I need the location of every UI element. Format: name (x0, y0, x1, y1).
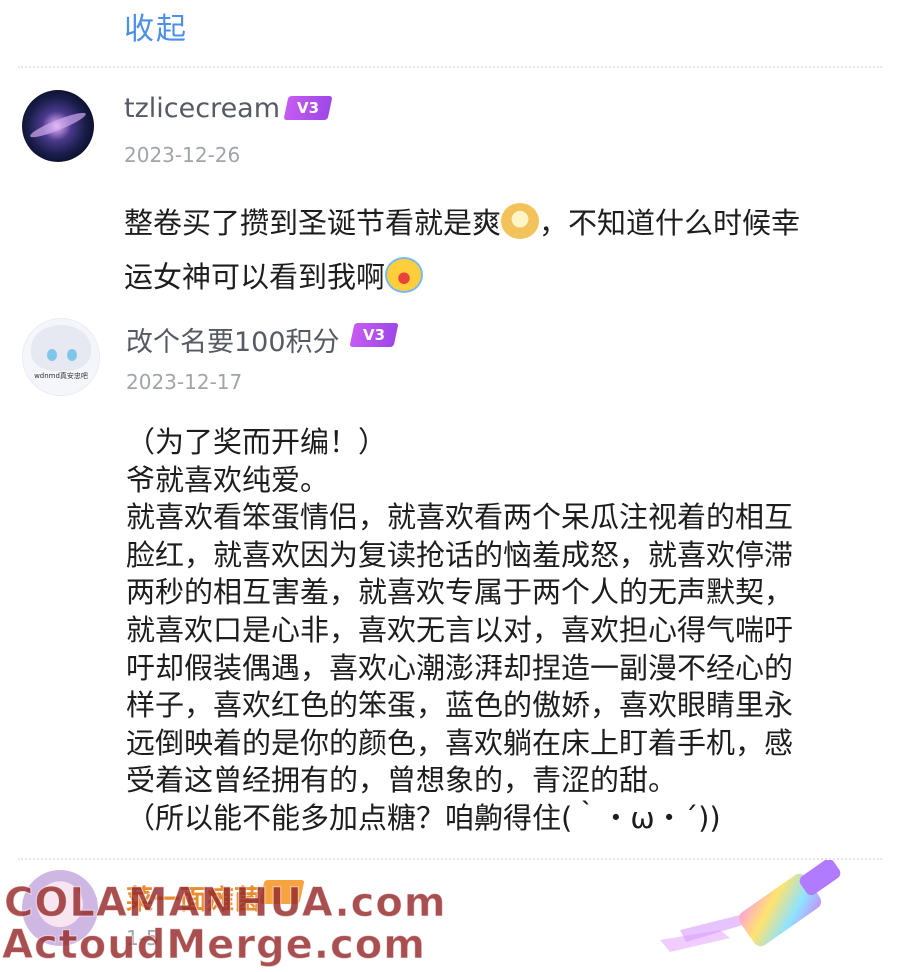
watermark: ActoudMerge.com (2, 922, 426, 969)
comment-line: 爷就喜欢纯爱。 (126, 462, 330, 497)
comment-line: 就喜欢看笨蛋情侣，就喜欢看两个呆瓜注视着的相互 (126, 500, 794, 535)
comment-text: 整卷买了攒到圣诞节看就是爽 ，不知道什么时候幸 运女神可以看到我啊 (124, 196, 884, 304)
level-badge: V3 (349, 323, 399, 347)
comment-text-part: ，不知道什么时候幸 (539, 206, 801, 240)
paintbrush-decoration-icon (660, 860, 841, 952)
comment-line: 样子，喜欢红色的笨蛋，蓝色的傲娇，喜欢眼睛里永 (126, 688, 794, 723)
comment-line: （为了奖而开编！） (126, 425, 388, 459)
comment-line: 就喜欢口是心非，喜欢无言以对，喜欢担心得气喘吁 (126, 612, 794, 647)
level-badge-label: V3 (362, 326, 386, 344)
level-badge: V3 (283, 96, 333, 120)
avatar[interactable] (22, 90, 94, 162)
comment-line: 吁却假装偶遇，喜欢心潮澎湃却捏造一副漫不经心的 (126, 650, 794, 685)
comment-date: 2023-12-17 (126, 370, 243, 394)
comment-line: 脸红，就喜欢因为复读抢话的恼羞成怒，就喜欢停滞 (126, 537, 794, 572)
comment-line: （所以能不能多加点糖？咱齁得住(｀・ω・´)) (126, 800, 721, 835)
comment-text: （为了奖而开编！） 爷就喜欢纯爱。 就喜欢看笨蛋情侣，就喜欢看两个呆瓜注视着的相… (126, 424, 866, 838)
username[interactable]: 改个名要100积分 (126, 320, 340, 359)
level-badge-label: V3 (296, 99, 320, 117)
comment-text-part: 整卷买了攒到圣诞节看就是爽 (124, 206, 502, 240)
collapse-button[interactable]: 收起 (124, 4, 188, 48)
crying-face-emoji-icon (385, 257, 424, 293)
comment-date: 2023-12-26 (124, 143, 241, 167)
divider (18, 66, 882, 68)
watermark: COLAMANHUA.com (4, 880, 447, 927)
comment-line: 远倒映着的是你的颜色，喜欢躺在床上盯着手机，感 (126, 725, 794, 760)
comment-text-part: 运女神可以看到我啊 (124, 260, 386, 294)
comment-line: 两秒的相互害羞，就喜欢专属于两个人的无声默契， (126, 575, 794, 610)
avatar[interactable]: wdnmd真安忠吧 (22, 318, 100, 396)
comment-line: 受着这曾经拥有的，曾想象的，青涩的甜。 (126, 763, 678, 798)
avatar-caption: wdnmd真安忠吧 (34, 372, 88, 380)
dog-face-emoji-icon (501, 203, 540, 239)
username[interactable]: tzlicecream (124, 93, 280, 124)
